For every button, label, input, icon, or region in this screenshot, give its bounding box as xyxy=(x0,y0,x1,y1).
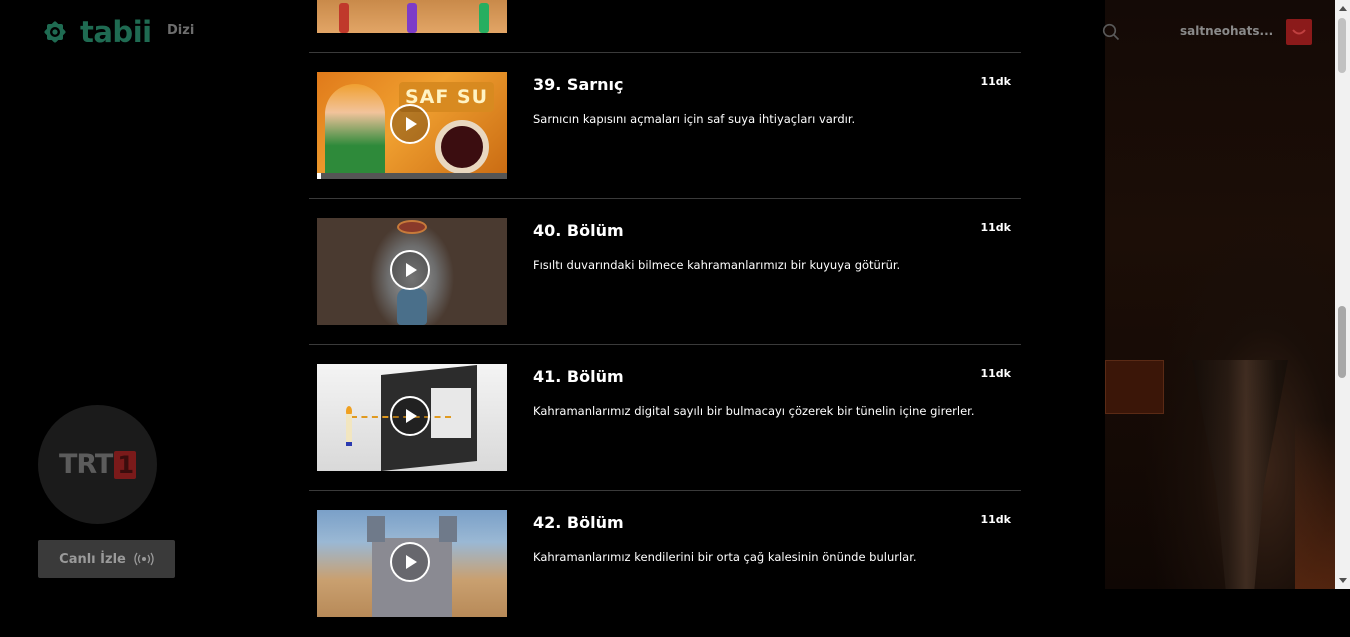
background-glow xyxy=(1295,420,1335,589)
episode-title[interactable]: 39. Sarnıç xyxy=(533,75,623,94)
background-art xyxy=(1105,0,1335,589)
channel-logo: TRT 1 xyxy=(38,405,157,524)
episode-duration: 11dk xyxy=(980,75,1012,88)
episode-thumbnail[interactable] xyxy=(317,510,507,617)
logo-text: tabii xyxy=(80,15,152,49)
play-icon xyxy=(406,263,417,277)
episode-thumbnail[interactable] xyxy=(317,218,507,325)
episode-description: Fısıltı duvarındaki bilmece kahramanları… xyxy=(533,258,901,272)
episode-duration: 11dk xyxy=(980,367,1012,380)
search-icon[interactable] xyxy=(1102,23,1120,41)
scrollbar[interactable] xyxy=(1335,0,1350,589)
channel-logo-text: TRT xyxy=(58,449,113,480)
episode-item[interactable]: SAF SU 39. Sarnıç 11dk Sarnıcın kapısını… xyxy=(309,53,1021,199)
play-icon xyxy=(406,555,417,569)
tabii-logo[interactable]: tabii xyxy=(38,15,152,49)
channel-logo-number: 1 xyxy=(114,450,137,479)
episode-duration: 11dk xyxy=(980,221,1012,234)
nav-item-dizi[interactable]: Dizi xyxy=(167,23,194,38)
scrollbar-thumb-outer[interactable] xyxy=(1338,18,1346,73)
live-watch-button[interactable]: Canlı İzle xyxy=(38,540,175,578)
episode-title[interactable]: 40. Bölüm xyxy=(533,221,624,240)
episode-thumbnail[interactable]: SAF SU xyxy=(317,72,507,179)
username[interactable]: saltneohats... xyxy=(1180,24,1273,38)
watch-progress-track xyxy=(317,173,507,179)
scroll-down-arrow-icon[interactable] xyxy=(1335,572,1350,589)
scrollbar-thumb[interactable] xyxy=(1338,306,1346,378)
play-icon xyxy=(406,409,417,423)
episode-item[interactable]: 40. Bölüm 11dk Fısıltı duvarındaki bilme… xyxy=(309,199,1021,345)
episode-title[interactable]: 42. Bölüm xyxy=(533,513,624,532)
play-button[interactable] xyxy=(390,104,430,144)
episode-description: Kahramanlarımız digital sayılı bir bulma… xyxy=(533,404,975,418)
avatar[interactable] xyxy=(1286,19,1312,45)
episode-thumbnail-partial[interactable] xyxy=(317,0,507,33)
background-trophy xyxy=(1192,360,1288,589)
play-icon xyxy=(406,117,417,131)
play-button[interactable] xyxy=(390,542,430,582)
episode-item[interactable]: 41. Bölüm 11dk Kahramanlarımız digital s… xyxy=(309,345,1021,491)
live-broadcast-icon xyxy=(134,552,154,566)
watch-progress-bar xyxy=(317,173,321,179)
play-button[interactable] xyxy=(390,250,430,290)
live-watch-label: Canlı İzle xyxy=(59,551,126,567)
episode-title[interactable]: 41. Bölüm xyxy=(533,367,624,386)
episode-description: Kahramanlarımız kendilerini bir orta çağ… xyxy=(533,550,917,564)
scroll-up-arrow-icon[interactable] xyxy=(1335,0,1350,17)
episode-item[interactable]: 42. Bölüm 11dk Kahramanlarımız kendileri… xyxy=(309,491,1021,637)
episode-description: Sarnıcın kapısını açmaları için saf suya… xyxy=(533,112,856,126)
episode-thumbnail[interactable] xyxy=(317,364,507,471)
episode-duration: 11dk xyxy=(980,513,1012,526)
tabii-logo-icon xyxy=(44,21,66,43)
background-box xyxy=(1105,360,1164,414)
avatar-icon xyxy=(1292,29,1306,35)
play-button[interactable] xyxy=(390,396,430,436)
